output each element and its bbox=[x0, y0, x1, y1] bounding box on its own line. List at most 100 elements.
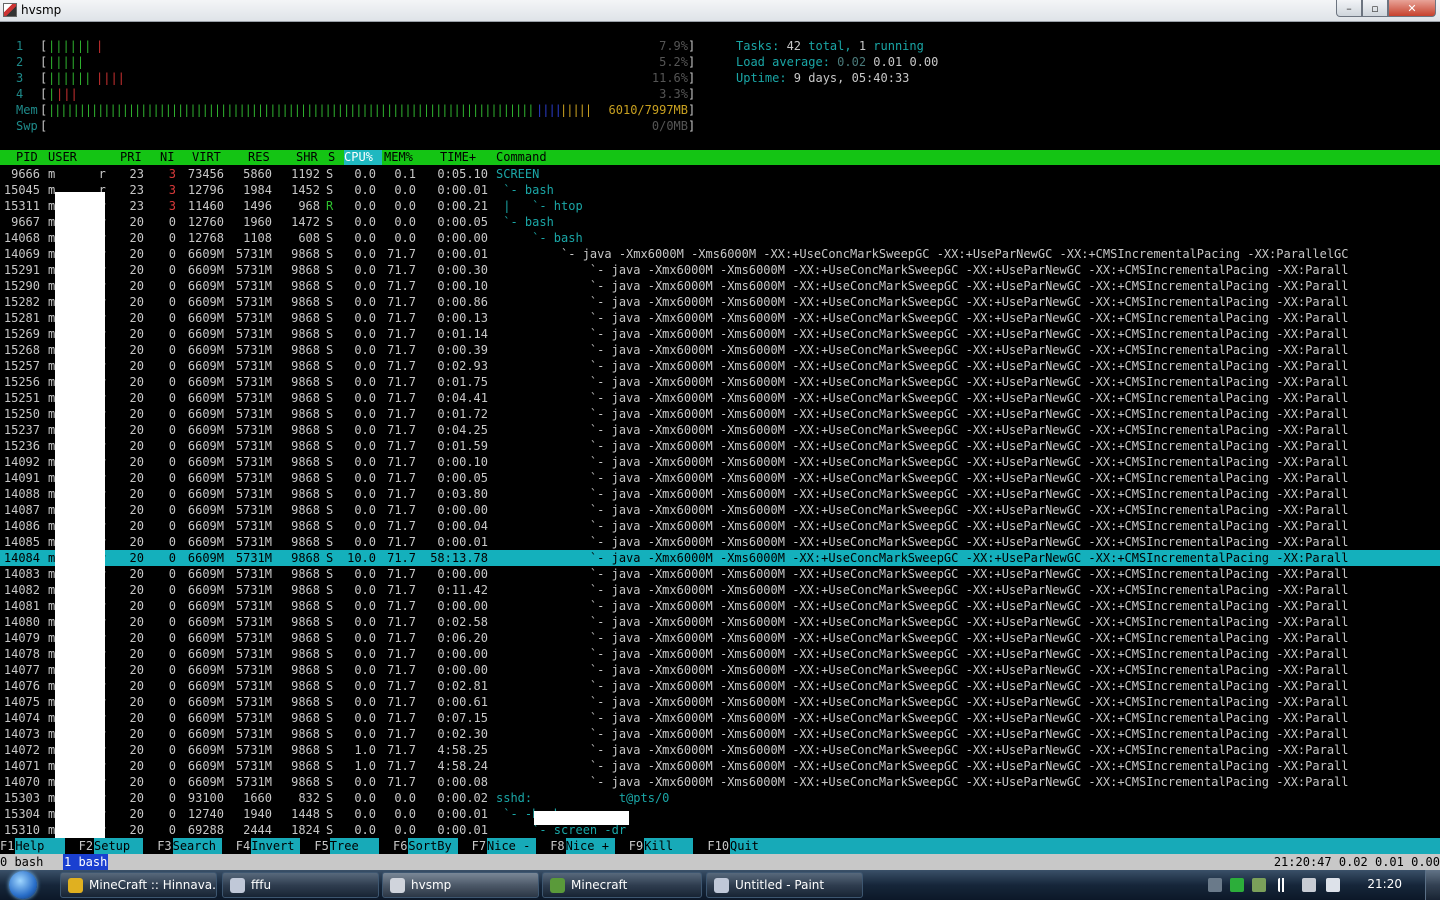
process-row[interactable]: 14074m r2006609M5731M9868S0.071.70:07.15… bbox=[0, 710, 1440, 726]
process-row[interactable]: 14079m r2006609M5731M9868S0.071.70:06.20… bbox=[0, 630, 1440, 646]
process-row[interactable]: 14068m r200127681108608S0.00.00:00.00 `-… bbox=[0, 230, 1440, 246]
power-icon[interactable] bbox=[1302, 878, 1316, 892]
column-res[interactable]: RES bbox=[248, 150, 270, 165]
process-row[interactable]: 15304m r2001274019401448S0.00.00:00.01 `… bbox=[0, 806, 1440, 822]
process-row[interactable]: 15269m r2006609M5731M9868S0.071.70:01.14… bbox=[0, 326, 1440, 342]
fkey-label[interactable]: Search bbox=[172, 838, 222, 854]
show-desktop-button[interactable] bbox=[1425, 870, 1440, 900]
column-user[interactable]: USER bbox=[48, 150, 77, 165]
process-row[interactable]: 9667m r2001276019601472S0.00.00:00.05 `-… bbox=[0, 214, 1440, 230]
process-row[interactable]: 14077m r2006609M5731M9868S0.071.70:00.00… bbox=[0, 662, 1440, 678]
fkey-f8[interactable]: F8 bbox=[550, 838, 565, 854]
process-row[interactable]: 15290m r2006609M5731M9868S0.071.70:00.10… bbox=[0, 278, 1440, 294]
column-cpu[interactable]: CPU% bbox=[344, 150, 382, 165]
fkey-f3[interactable]: F3 bbox=[157, 838, 172, 854]
process-row[interactable]: 14071m r2006609M5731M9868S1.071.74:58.24… bbox=[0, 758, 1440, 774]
minimize-button[interactable]: – bbox=[1336, 0, 1362, 17]
process-row[interactable]: 14088m r2006609M5731M9868S0.071.70:03.80… bbox=[0, 486, 1440, 502]
column-s[interactable]: S bbox=[328, 150, 335, 165]
process-table-header[interactable]: PID USER PRI NI VIRT RES SHR S CPU% MEM%… bbox=[0, 150, 1440, 165]
volume-icon[interactable] bbox=[1326, 878, 1340, 892]
taskbar-item[interactable]: hvsmp bbox=[382, 872, 539, 898]
process-row[interactable]: 14091m r2006609M5731M9868S0.071.70:00.05… bbox=[0, 470, 1440, 486]
column-shr[interactable]: SHR bbox=[296, 150, 318, 165]
fkey-label[interactable]: Tree bbox=[329, 838, 379, 854]
process-row[interactable]: 14085m r2006609M5731M9868S0.071.70:00.01… bbox=[0, 534, 1440, 550]
process-row[interactable]: 14080m r2006609M5731M9868S0.071.70:02.58… bbox=[0, 614, 1440, 630]
fkey-f4[interactable]: F4 bbox=[235, 838, 251, 854]
column-ni[interactable]: NI bbox=[160, 150, 174, 165]
process-row[interactable]: 14078m r2006609M5731M9868S0.071.70:00.00… bbox=[0, 646, 1440, 662]
steam-icon[interactable] bbox=[1208, 878, 1222, 892]
column-command[interactable]: Command bbox=[496, 150, 547, 165]
process-row[interactable]: 9666 m r 23 3 73456 5860 1192 S 0.0 0.1 0:05.10 SCR… bbox=[0, 166, 1440, 182]
fkey-f7[interactable]: F7 bbox=[471, 838, 487, 854]
fkey-label[interactable]: Nice - bbox=[487, 838, 537, 854]
start-button[interactable] bbox=[6, 870, 44, 900]
process-row[interactable]: 14082m r2006609M5731M9868S0.071.70:11.42… bbox=[0, 582, 1440, 598]
process-row[interactable]: 14070m r2006609M5731M9868S0.071.70:00.08… bbox=[0, 774, 1440, 790]
taskbar-item[interactable]: Minecraft bbox=[542, 872, 702, 898]
process-row[interactable]: 15281m r2006609M5731M9868S0.071.70:00.13… bbox=[0, 310, 1440, 326]
process-row[interactable]: 15303m r200931001660832S0.00.00:00.02ssh… bbox=[0, 790, 1440, 806]
fkey-f5[interactable]: F5 bbox=[314, 838, 329, 854]
terminal[interactable]: 1 [ |||||| | 7.9% ] 2 [ ||||| 5.2% ] 3 [… bbox=[0, 22, 1440, 870]
fkey-label[interactable]: Invert bbox=[251, 838, 301, 854]
close-button[interactable]: ✕ bbox=[1388, 0, 1436, 17]
process-row[interactable]: 14073m r2006609M5731M9868S0.071.70:02.30… bbox=[0, 726, 1440, 742]
signal-bars-icon[interactable] bbox=[1278, 878, 1292, 892]
process-row[interactable]: 15237m r2006609M5731M9868S0.071.70:04.25… bbox=[0, 422, 1440, 438]
fkey-label[interactable]: Nice + bbox=[565, 838, 615, 854]
fkey-label[interactable]: Help bbox=[15, 838, 65, 854]
process-row[interactable]: 14087m r2006609M5731M9868S0.071.70:00.00… bbox=[0, 502, 1440, 518]
process-row[interactable]: 14081m r2006609M5731M9868S0.071.70:00.00… bbox=[0, 598, 1440, 614]
column-time[interactable]: TIME+ bbox=[440, 150, 476, 165]
process-row[interactable]: 14086m r2006609M5731M9868S0.071.70:00.04… bbox=[0, 518, 1440, 534]
taskbar-item[interactable]: MineCraft :: Hinnava... bbox=[60, 872, 217, 898]
process-row[interactable]: 14084m r2006609M5731M9868S10.071.758:13.… bbox=[0, 550, 1440, 566]
column-pid[interactable]: PID bbox=[16, 150, 38, 165]
process-row[interactable]: 14075m r2006609M5731M9868S0.071.70:00.61… bbox=[0, 694, 1440, 710]
column-virt[interactable]: VIRT bbox=[192, 150, 221, 165]
process-list[interactable]: 9666 m r 23 3 73456 5860 1192 S 0.0 0.1 0:05.10 SCR… bbox=[0, 166, 1440, 838]
process-time: 0:00.10 bbox=[437, 279, 488, 293]
process-row[interactable]: 14076m r2006609M5731M9868S0.071.70:02.81… bbox=[0, 678, 1440, 694]
process-row[interactable]: 15251m r2006609M5731M9868S0.071.70:04.41… bbox=[0, 390, 1440, 406]
fkey-label[interactable]: Setup bbox=[94, 838, 144, 854]
screen-window-1[interactable]: 1 bash bbox=[63, 854, 109, 870]
maximize-button[interactable]: ▫ bbox=[1362, 0, 1388, 17]
process-row[interactable]: 14069m r2006609M5731M9868S0.071.70:00.01… bbox=[0, 246, 1440, 262]
fkey-f6[interactable]: F6 bbox=[393, 838, 408, 854]
process-virt: 6609M bbox=[187, 503, 224, 517]
network-device-icon[interactable] bbox=[1252, 878, 1266, 892]
taskbar-item[interactable]: fffu bbox=[222, 872, 379, 898]
process-row[interactable]: 15256m r2006609M5731M9868S0.071.70:01.75… bbox=[0, 374, 1440, 390]
process-row[interactable]: 15045 m r 23 3 12796 1984 1452 S 0.0 0.0 0:00.01 `… bbox=[0, 182, 1440, 198]
process-row[interactable]: 15311m r233114601496968R0.00.00:00.21 | … bbox=[0, 198, 1440, 214]
process-row[interactable]: 15291m r2006609M5731M9868S0.071.70:00.30… bbox=[0, 262, 1440, 278]
security-check-icon[interactable] bbox=[1230, 878, 1244, 892]
process-row[interactable]: 14083m r2006609M5731M9868S0.071.70:00.00… bbox=[0, 566, 1440, 582]
putty-icon[interactable] bbox=[3, 3, 17, 17]
process-row[interactable]: 14092m r2006609M5731M9868S0.071.70:00.10… bbox=[0, 454, 1440, 470]
fkey-label[interactable]: Quit bbox=[730, 838, 1440, 854]
process-row[interactable]: 15257m r2006609M5731M9868S0.071.70:02.93… bbox=[0, 358, 1440, 374]
process-row[interactable]: 15310m r2006928824441824S0.00.00:00.01 `… bbox=[0, 822, 1440, 838]
window-title-bar[interactable]: hvsmp – ▫ ✕ bbox=[0, 0, 1440, 22]
process-row[interactable]: 15236m r2006609M5731M9868S0.071.70:01.59… bbox=[0, 438, 1440, 454]
process-row[interactable]: 15268m r2006609M5731M9868S0.071.70:00.39… bbox=[0, 342, 1440, 358]
column-mem[interactable]: MEM% bbox=[384, 150, 413, 165]
taskbar-clock[interactable]: 21:20 bbox=[1367, 877, 1402, 891]
fkey-f10[interactable]: F10 bbox=[707, 838, 730, 854]
screen-window-0[interactable]: 0 bash bbox=[0, 854, 43, 870]
fkey-label[interactable]: Kill bbox=[644, 838, 694, 854]
process-row[interactable]: 14072m r2006609M5731M9868S1.071.74:58.25… bbox=[0, 742, 1440, 758]
taskbar-item[interactable]: Untitled - Paint bbox=[706, 872, 863, 898]
fkey-f9[interactable]: F9 bbox=[628, 838, 644, 854]
process-row[interactable]: 15282m r2006609M5731M9868S0.071.70:00.86… bbox=[0, 294, 1440, 310]
fkey-label[interactable]: SortBy bbox=[408, 838, 458, 854]
fkey-f2[interactable]: F2 bbox=[78, 838, 94, 854]
fkey-f1[interactable]: F1 bbox=[0, 838, 15, 854]
process-row[interactable]: 15250m r2006609M5731M9868S0.071.70:01.72… bbox=[0, 406, 1440, 422]
column-pri[interactable]: PRI bbox=[120, 150, 142, 165]
